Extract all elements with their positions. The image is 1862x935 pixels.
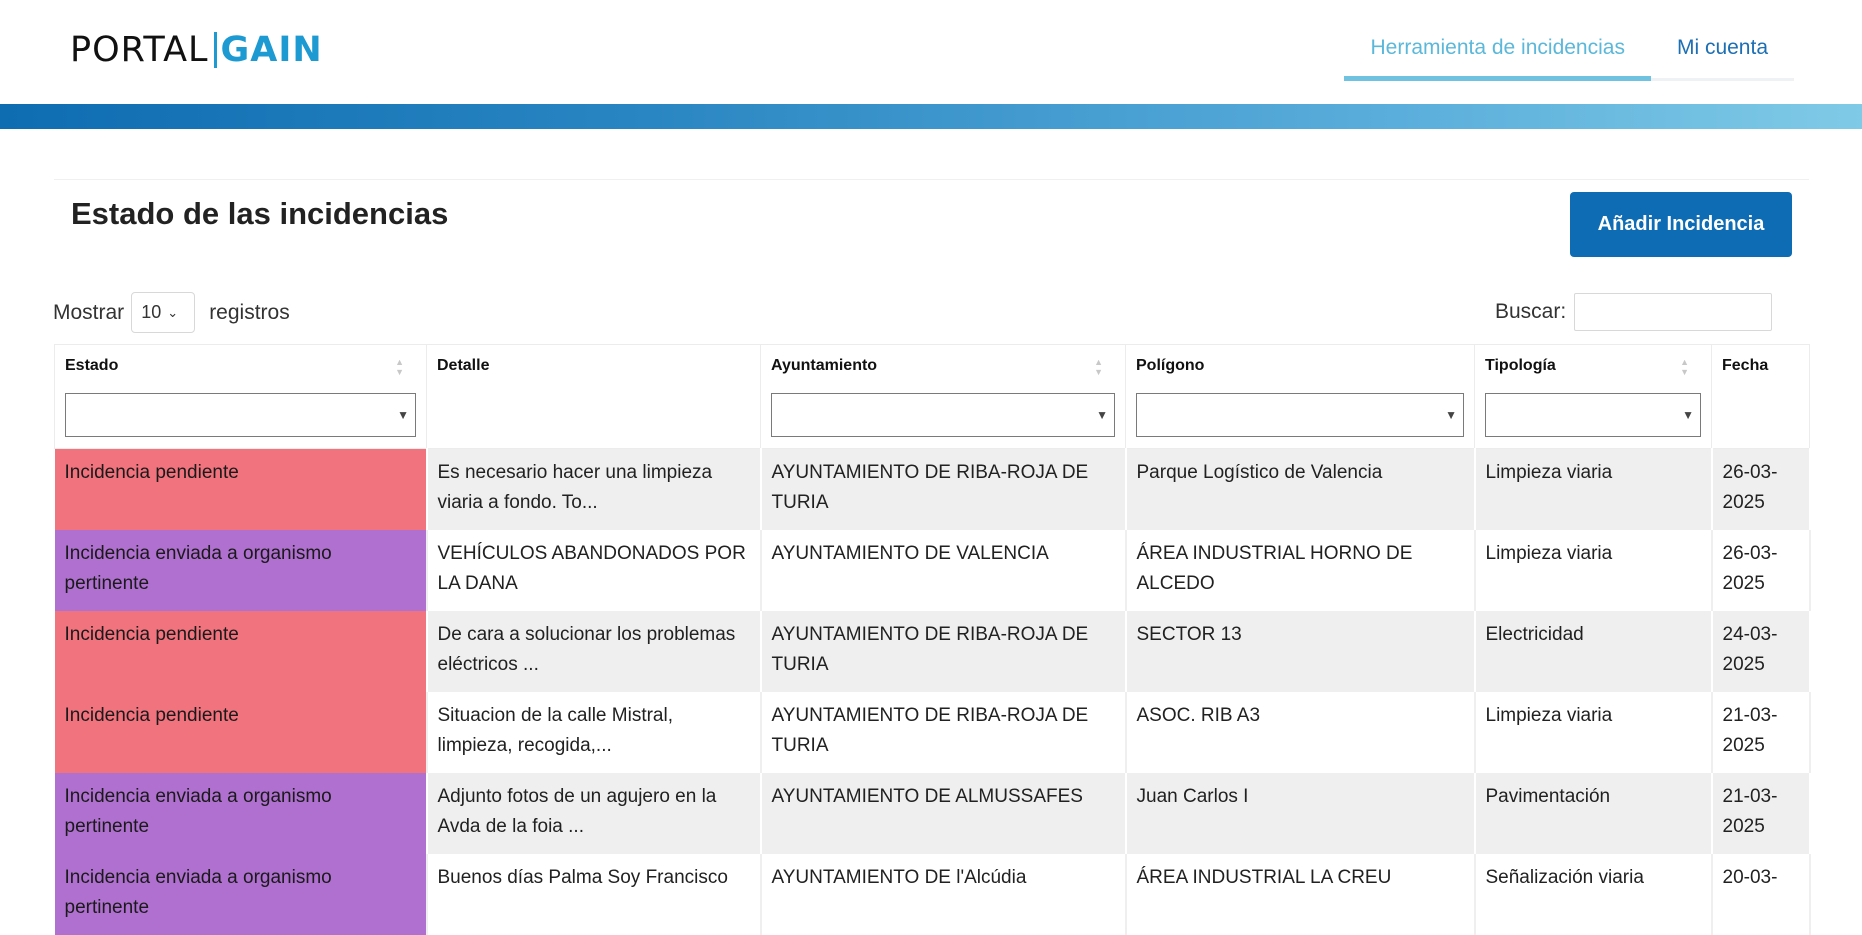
col-estado-label: Estado [65, 357, 119, 374]
cell-tipologia: Limpieza viaria [1474, 529, 1713, 611]
dropdown-arrow-icon: ▼ [397, 408, 409, 422]
dropdown-arrow-icon: ▼ [1445, 408, 1457, 422]
records-label: registros [209, 300, 290, 324]
sort-icon: ▲ ▼ [1680, 357, 1689, 377]
table-row[interactable]: Incidencia pendiente Es necesario hacer … [54, 448, 1811, 530]
show-label: Mostrar [53, 300, 125, 324]
page-length-control: Mostrar 10 ⌄ registros [53, 292, 290, 333]
table-row[interactable]: Incidencia pendiente Situacion de la cal… [54, 691, 1811, 773]
cell-tipologia: Señalización viaria [1474, 853, 1713, 935]
col-fecha[interactable]: Fecha [1711, 344, 1810, 449]
search-label: Buscar: [1495, 300, 1567, 323]
cell-estado: Incidencia pendiente [54, 610, 428, 692]
add-incidencia-button[interactable]: Añadir Incidencia [1570, 192, 1792, 257]
cell-poligono: SECTOR 13 [1125, 610, 1476, 692]
table-row[interactable]: Incidencia enviada a organismo pertinent… [54, 529, 1811, 611]
cell-poligono: Juan Carlos I [1125, 772, 1476, 854]
sort-icon: ▲ ▼ [1094, 357, 1103, 377]
nav-herramienta-incidencias[interactable]: Herramienta de incidencias [1344, 24, 1652, 81]
col-detalle-label: Detalle [437, 357, 490, 374]
section-divider [54, 179, 1809, 180]
col-poligono: Polígono ▼ [1125, 344, 1475, 449]
cell-ayuntamiento: AYUNTAMIENTO DE RIBA-ROJA DE TURIA [760, 610, 1127, 692]
dropdown-arrow-icon: ▼ [1682, 408, 1694, 422]
cell-ayuntamiento: AYUNTAMIENTO DE ALMUSSAFES [760, 772, 1127, 854]
cell-detalle: Adjunto fotos de un agujero en la Avda d… [426, 772, 762, 854]
nav-mi-cuenta[interactable]: Mi cuenta [1651, 24, 1794, 78]
cell-ayuntamiento: AYUNTAMIENTO DE VALENCIA [760, 529, 1127, 611]
search-control: Buscar: [1495, 293, 1773, 331]
cell-ayuntamiento: AYUNTAMIENTO DE l'Alcúdia [760, 853, 1127, 935]
cell-fecha: 24-03-2025 [1711, 610, 1811, 692]
cell-tipologia: Limpieza viaria [1474, 691, 1713, 773]
incidencias-table: Estado ▲ ▼ ▼ Detalle Ayuntamiento ▲ ▼ ▼ Po… [54, 344, 1811, 935]
cell-tipologia: Electricidad [1474, 610, 1713, 692]
page-size-select[interactable]: 10 ⌄ [131, 292, 196, 333]
portal-gain-logo[interactable]: PORTAL GAIN [70, 30, 323, 70]
filter-poligono-select[interactable]: ▼ [1136, 393, 1464, 437]
cell-detalle: Situacion de la calle Mistral, limpieza,… [426, 691, 762, 773]
col-estado[interactable]: Estado ▲ ▼ ▼ [54, 344, 427, 449]
cell-tipologia: Limpieza viaria [1474, 448, 1713, 530]
cell-estado: Incidencia pendiente [54, 691, 428, 773]
col-ayuntamiento-label: Ayuntamiento [771, 357, 878, 374]
cell-fecha: 20-03- [1711, 853, 1811, 935]
filter-ayuntamiento-select[interactable]: ▼ [771, 393, 1115, 437]
cell-ayuntamiento: AYUNTAMIENTO DE RIBA-ROJA DE TURIA [760, 691, 1127, 773]
cell-detalle: Es necesario hacer una limpieza viaria a… [426, 448, 762, 530]
cell-fecha: 26-03-2025 [1711, 529, 1811, 611]
top-header: PORTAL GAIN Herramienta de incidencias M… [0, 0, 1862, 104]
cell-poligono: ÁREA INDUSTRIAL LA CREU [1125, 853, 1476, 935]
page-size-value: 10 [141, 302, 162, 322]
cell-detalle: De cara a solucionar los problemas eléct… [426, 610, 762, 692]
cell-tipologia: Pavimentación [1474, 772, 1713, 854]
cell-estado: Incidencia enviada a organismo pertinent… [54, 529, 428, 611]
cell-estado: Incidencia enviada a organismo pertinent… [54, 772, 428, 854]
col-tipologia[interactable]: Tipología ▲ ▼ ▼ [1474, 344, 1712, 449]
logo-text-gain: GAIN [220, 30, 323, 70]
col-poligono-label: Polígono [1136, 357, 1205, 374]
logo-separator [213, 32, 217, 68]
cell-estado: Incidencia enviada a organismo pertinent… [54, 853, 428, 935]
logo-text-portal: PORTAL [70, 30, 209, 70]
cell-ayuntamiento: AYUNTAMIENTO DE RIBA-ROJA DE TURIA [760, 448, 1127, 530]
col-ayuntamiento[interactable]: Ayuntamiento ▲ ▼ ▼ [760, 344, 1126, 449]
filter-tipologia-select[interactable]: ▼ [1485, 393, 1701, 437]
sort-icon: ▲ ▼ [395, 357, 404, 377]
cell-estado: Incidencia pendiente [54, 448, 428, 530]
cell-poligono: Parque Logístico de Valencia [1125, 448, 1476, 530]
page-title: Estado de las incidencias [71, 196, 449, 231]
table-row[interactable]: Incidencia pendiente De cara a soluciona… [54, 610, 1811, 692]
col-tipologia-label: Tipología [1485, 357, 1556, 374]
table-row[interactable]: Incidencia enviada a organismo pertinent… [54, 772, 1811, 854]
col-fecha-label: Fecha [1722, 357, 1769, 374]
chevron-down-icon: ⌄ [167, 304, 179, 320]
cell-fecha: 21-03-2025 [1711, 772, 1811, 854]
dropdown-arrow-icon: ▼ [1096, 408, 1108, 422]
cell-detalle: VEHÍCULOS ABANDONADOS POR LA DANA [426, 529, 762, 611]
cell-fecha: 26-03-2025 [1711, 448, 1811, 530]
col-detalle: Detalle [426, 344, 761, 449]
search-input[interactable] [1574, 293, 1773, 331]
main-nav: Herramienta de incidencias Mi cuenta [1344, 24, 1794, 81]
cell-poligono: ÁREA INDUSTRIAL HORNO DE ALCEDO [1125, 529, 1476, 611]
cell-detalle: Buenos días Palma Soy Francisco [426, 853, 762, 935]
header-gradient-bar [0, 104, 1862, 129]
cell-fecha: 21-03-2025 [1711, 691, 1811, 773]
table-row[interactable]: Incidencia enviada a organismo pertinent… [54, 853, 1811, 935]
filter-estado-select[interactable]: ▼ [65, 393, 416, 437]
cell-poligono: ASOC. RIB A3 [1125, 691, 1476, 773]
